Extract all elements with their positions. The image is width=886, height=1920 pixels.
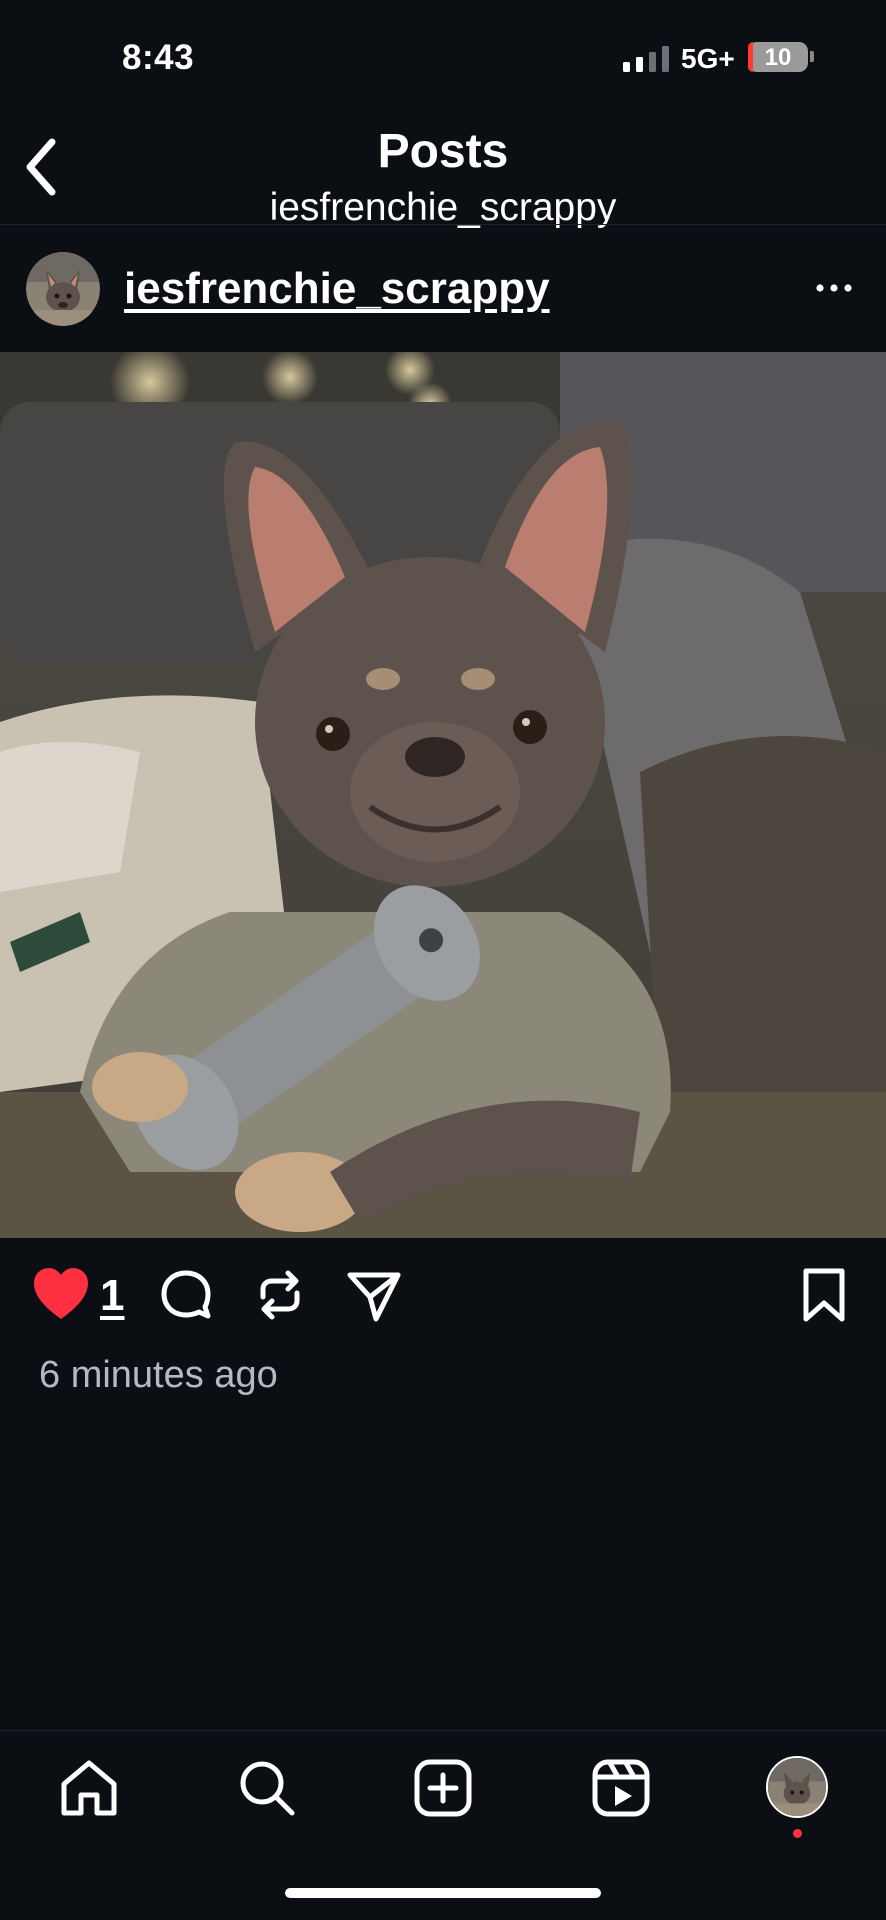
post-avatar[interactable] bbox=[26, 252, 100, 326]
comment-icon[interactable] bbox=[158, 1265, 214, 1325]
more-horizontal-icon[interactable] bbox=[814, 282, 854, 294]
profile-avatar-tab[interactable] bbox=[766, 1756, 828, 1818]
notification-dot bbox=[793, 1829, 802, 1838]
post-image[interactable] bbox=[0, 352, 886, 1238]
battery-icon: 10 bbox=[748, 42, 808, 72]
page-title: Posts bbox=[377, 125, 509, 178]
network-type: 5G+ bbox=[681, 43, 735, 74]
reels-icon[interactable] bbox=[590, 1757, 652, 1819]
repost-icon[interactable] bbox=[255, 1265, 305, 1325]
send-icon[interactable] bbox=[346, 1265, 402, 1325]
nav-divider bbox=[0, 1730, 886, 1731]
battery-level: 10 bbox=[764, 44, 792, 71]
battery-nub bbox=[810, 51, 814, 62]
home-icon[interactable] bbox=[58, 1757, 120, 1819]
bookmark-icon[interactable] bbox=[800, 1265, 848, 1325]
home-indicator[interactable] bbox=[285, 1888, 601, 1898]
create-icon[interactable] bbox=[412, 1757, 474, 1819]
post-timestamp: 6 minutes ago bbox=[39, 1354, 278, 1396]
post-username[interactable]: iesfrenchie_scrappy bbox=[124, 264, 550, 314]
cellular-signal-icon bbox=[623, 46, 669, 72]
like-count[interactable]: 1 bbox=[100, 1271, 124, 1321]
status-time: 8:43 bbox=[122, 38, 195, 77]
heart-icon[interactable] bbox=[32, 1265, 90, 1325]
header-divider bbox=[0, 224, 886, 225]
search-icon[interactable] bbox=[236, 1757, 298, 1819]
